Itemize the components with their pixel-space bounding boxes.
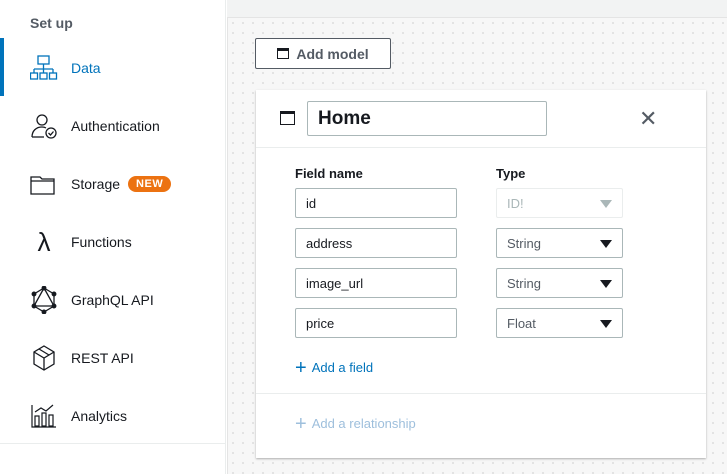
cube-icon	[30, 344, 58, 372]
caret-down-icon	[600, 200, 612, 208]
sidebar-item-analytics[interactable]: Analytics	[0, 396, 226, 436]
sidebar-item-label: Data	[71, 60, 101, 76]
sidebar-item-authentication[interactable]: Authentication	[0, 106, 226, 146]
model-card: ✕ Field name Type ID! String String Floa…	[256, 90, 706, 458]
data-icon	[30, 54, 58, 82]
caret-down-icon	[600, 240, 612, 248]
field-name-header: Field name	[295, 166, 363, 181]
sidebar-item-label: REST API	[71, 350, 134, 366]
model-name-input[interactable]	[307, 101, 547, 136]
add-field-label: Add a field	[311, 360, 374, 375]
field-name-input[interactable]	[295, 228, 457, 258]
card-divider	[256, 393, 706, 394]
sidebar-item-label: GraphQL API	[71, 292, 154, 308]
analytics-icon	[30, 402, 58, 430]
add-relationship-label: Add a relationship	[311, 416, 416, 431]
window-icon	[277, 48, 290, 59]
model-card-header: ✕	[256, 90, 706, 148]
close-icon[interactable]: ✕	[639, 108, 657, 130]
add-model-label: Add model	[296, 45, 369, 62]
add-model-button[interactable]: Add model	[255, 38, 391, 69]
type-select[interactable]: String	[496, 268, 623, 298]
field-name-input[interactable]	[295, 308, 457, 338]
add-relationship-link[interactable]: + Add a relationship	[295, 412, 416, 435]
field-name-input[interactable]	[295, 268, 457, 298]
lambda-icon: λ	[37, 226, 51, 257]
type-value: String	[507, 275, 541, 291]
sidebar-item-graphql-api[interactable]: GraphQL API	[0, 280, 226, 320]
type-value: ID!	[507, 195, 524, 211]
section-title: Set up	[30, 15, 73, 31]
sidebar-item-label: Functions	[71, 234, 132, 250]
plus-icon: +	[295, 356, 307, 379]
type-value: String	[507, 235, 541, 251]
sidebar-item-storage[interactable]: Storage NEW	[0, 164, 226, 204]
type-header: Type	[496, 166, 526, 181]
sidebar-item-label: Storage	[71, 176, 121, 192]
caret-down-icon	[600, 320, 612, 328]
type-select[interactable]: Float	[496, 308, 623, 338]
sidebar-item-data[interactable]: Data	[0, 48, 226, 88]
sidebar-divider	[0, 443, 226, 444]
graphql-icon	[30, 286, 58, 314]
field-name-input[interactable]	[295, 188, 457, 218]
sidebar-item-rest-api[interactable]: REST API	[0, 338, 226, 378]
folder-icon	[30, 170, 58, 198]
sidebar-item-label: Analytics	[71, 408, 128, 424]
sidebar-item-label: Authentication	[71, 118, 160, 134]
plus-icon: +	[295, 412, 307, 435]
window-icon	[280, 111, 295, 125]
new-badge: NEW	[128, 176, 172, 192]
type-value: Float	[507, 315, 536, 331]
top-strip	[227, 0, 727, 18]
authentication-icon	[30, 112, 58, 140]
type-select: ID!	[496, 188, 623, 218]
sidebar: Set up Data Authentication Storage NEW λ …	[0, 0, 226, 474]
add-field-link[interactable]: + Add a field	[295, 356, 374, 379]
sidebar-item-functions[interactable]: λ Functions	[0, 222, 226, 262]
caret-down-icon	[600, 280, 612, 288]
type-select[interactable]: String	[496, 228, 623, 258]
main-area: Add model ✕ Field name Type ID! String S…	[227, 0, 727, 474]
